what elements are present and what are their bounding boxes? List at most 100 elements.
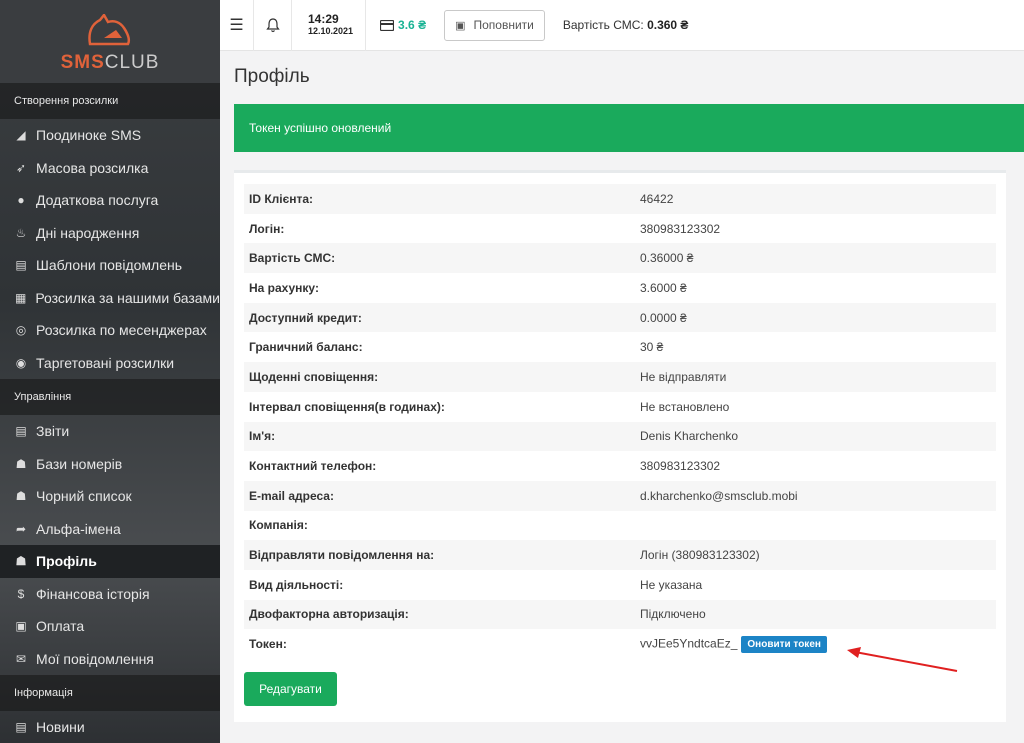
sidebar-item-label: Бази номерів bbox=[36, 455, 123, 472]
money-icon: ▣ bbox=[455, 19, 466, 32]
sidebar-item-label: Масова розсилка bbox=[36, 159, 149, 176]
row-value: 380983123302 bbox=[635, 451, 996, 481]
table-row: Щоденні сповіщення: Не відправляти bbox=[244, 362, 996, 392]
cake-icon: ♨ bbox=[15, 225, 27, 240]
newspaper-icon: ▤ bbox=[15, 720, 27, 734]
user-icon: ☗ bbox=[15, 554, 27, 568]
sidebar-item-label: Шаблони повідомлень bbox=[36, 257, 183, 273]
logo[interactable]: SMSCLUB bbox=[0, 0, 220, 83]
row-label: Логін: bbox=[249, 221, 285, 236]
row-value-text: 46422 bbox=[640, 191, 674, 206]
sidebar-item[interactable]: ◉ Таргетовані розсилки bbox=[0, 347, 220, 380]
table-row: Компанія: bbox=[244, 511, 996, 541]
sidebar-item[interactable]: ♨ Дні народження bbox=[0, 217, 220, 250]
row-label: Граничний баланс: bbox=[249, 340, 363, 355]
rocket-icon: ➶ bbox=[15, 160, 27, 175]
sidebar-section-title: Інформація bbox=[0, 675, 220, 711]
bell-icon bbox=[265, 17, 280, 32]
sidebar-item-label: Розсилка за нашими базами bbox=[35, 289, 220, 306]
menu-toggle[interactable]: ☰ bbox=[220, 0, 254, 51]
file-icon: ▤ bbox=[15, 258, 27, 272]
sidebar-item-label: Розсилка по месенджерах bbox=[36, 322, 207, 338]
refill-button[interactable]: ▣ Поповнити bbox=[444, 9, 545, 41]
sidebar-item[interactable]: ◢ Поодиноке SMS bbox=[0, 119, 220, 152]
row-label: Компанія: bbox=[249, 518, 308, 533]
table-icon: ▦ bbox=[14, 290, 27, 305]
table-row: Логін: 380983123302 bbox=[244, 214, 996, 244]
sms-cost: Вартість СМС: 0.360 ₴ bbox=[562, 18, 689, 32]
envelope-icon: ✉ bbox=[15, 651, 27, 666]
row-value-text: Не указана bbox=[640, 577, 703, 592]
sidebar-item[interactable]: ☗ Чорний список bbox=[0, 480, 220, 513]
sidebar-item[interactable]: $ Фінансова історія bbox=[0, 578, 220, 611]
row-value-text: 380983123302 bbox=[640, 459, 721, 474]
row-label: ID Клієнта: bbox=[249, 191, 314, 206]
edit-button[interactable]: Редагувати bbox=[244, 672, 337, 706]
wallet-icon bbox=[380, 19, 395, 31]
row-value: Підключено bbox=[635, 600, 996, 630]
table-row: Двофакторна авторизація: Підключено bbox=[244, 599, 996, 630]
table-row: Доступний кредит: 0.0000 ₴ bbox=[244, 302, 996, 333]
row-value: 30 ₴ bbox=[635, 332, 996, 362]
send-icon: ◢ bbox=[16, 128, 26, 142]
sidebar-item-label: Таргетовані розсилки bbox=[36, 354, 175, 371]
sidebar-item[interactable]: ◎ Розсилка по месенджерах bbox=[0, 314, 220, 347]
row-value-text: 3.6000 ₴ bbox=[640, 280, 687, 295]
row-value: 0.36000 ₴ bbox=[635, 243, 996, 273]
sidebar-item[interactable]: ▦ Розсилка за нашими базами bbox=[0, 282, 220, 315]
sidebar-item[interactable]: ➦ Альфа-імена bbox=[0, 513, 220, 546]
sidebar-item-label: Звіти bbox=[36, 423, 70, 439]
table-row: ID Клієнта: 46422 bbox=[244, 184, 996, 214]
table-row: Відправляти повідомлення на: Логін (38098… bbox=[244, 540, 996, 570]
row-label: Щоденні сповіщення: bbox=[249, 369, 379, 384]
table-row: Інтервал сповіщення(в годинах): Не встано… bbox=[244, 392, 996, 422]
table-row: E-mail адреса: d.kharchenko@smsclub.mobi bbox=[244, 480, 996, 511]
token-value: vvJEe5YndtcaEz_ bbox=[640, 636, 738, 651]
report-icon: ▤ bbox=[15, 424, 27, 438]
row-value: Denis Kharchenko bbox=[635, 422, 996, 452]
row-value: 3.6000 ₴ bbox=[635, 273, 996, 303]
sidebar-item[interactable]: ➶ Масова розсилка bbox=[0, 152, 220, 185]
current-date: 12.10.2021 bbox=[308, 25, 354, 36]
row-label: Інтервал сповіщення(в годинах): bbox=[249, 399, 445, 414]
sidebar-item[interactable]: ☗ Профіль bbox=[0, 545, 220, 578]
row-value: 46422 bbox=[635, 184, 996, 214]
row-label: E-mail адреса: bbox=[249, 488, 334, 503]
sidebar-item[interactable]: ▤ Новини bbox=[0, 711, 220, 743]
row-label: Доступний кредит: bbox=[249, 310, 362, 325]
whatsapp-icon: ◎ bbox=[15, 323, 27, 337]
sidebar-item-label: Новини bbox=[36, 719, 85, 735]
fox-logo-icon bbox=[88, 14, 131, 46]
row-label: На рахунку: bbox=[249, 280, 319, 295]
target-icon: ◉ bbox=[15, 355, 27, 370]
current-time: 14:29 bbox=[308, 12, 339, 27]
user-block-icon: ☗ bbox=[15, 489, 27, 503]
row-value: d.kharchenko@smsclub.mobi bbox=[635, 481, 996, 511]
sidebar-item-label: Профіль bbox=[36, 553, 97, 569]
topbar: ☰ 14:29 12.10.2021 3.6 ₴ ▣ Поповнити Вар… bbox=[220, 0, 1024, 51]
sidebar-item-label: Фінансова історія bbox=[36, 585, 150, 602]
notifications-button[interactable] bbox=[254, 0, 292, 51]
sidebar-item[interactable]: ☗ Бази номерів bbox=[0, 448, 220, 481]
row-value-text: Підключено bbox=[640, 607, 706, 622]
sidebar-nav: Створення розсилки ◢ Поодиноке SMS ➶ Масова … bbox=[0, 83, 220, 743]
sidebar-item[interactable]: ✉ Мої повідомлення bbox=[0, 643, 220, 676]
row-value: Логін (380983123302) bbox=[635, 540, 996, 570]
table-row: Контактний телефон: 380983123302 bbox=[244, 451, 996, 481]
sidebar-item[interactable]: ▤ Шаблони повідомлень bbox=[0, 249, 220, 282]
table-row: Вартість СМС: 0.36000 ₴ bbox=[244, 243, 996, 274]
sidebar-item[interactable]: ● Додаткова послуга bbox=[0, 184, 220, 217]
row-value-text: 380983123302 bbox=[640, 221, 721, 236]
sidebar-item[interactable]: ▣ Оплата bbox=[0, 610, 220, 643]
row-label: Відправляти повідомлення на: bbox=[249, 548, 435, 563]
table-row: Ім'я: Denis Kharchenko bbox=[244, 421, 996, 452]
sms-cost-value: 0.360 ₴ bbox=[647, 18, 689, 32]
share-icon: ➦ bbox=[15, 521, 27, 536]
row-value-text: Не відправляти bbox=[640, 369, 727, 384]
row-value-text: Логін (380983123302) bbox=[640, 548, 760, 563]
sidebar: SMSCLUB Створення розсилки ◢ Поодиноке SMS… bbox=[0, 0, 220, 743]
brand-name: SMSCLUB bbox=[60, 52, 160, 73]
refresh-token-button[interactable]: Оновити токен bbox=[741, 635, 827, 653]
row-label: Ім'я: bbox=[249, 429, 276, 444]
sidebar-item[interactable]: ▤ Звіти bbox=[0, 415, 220, 448]
